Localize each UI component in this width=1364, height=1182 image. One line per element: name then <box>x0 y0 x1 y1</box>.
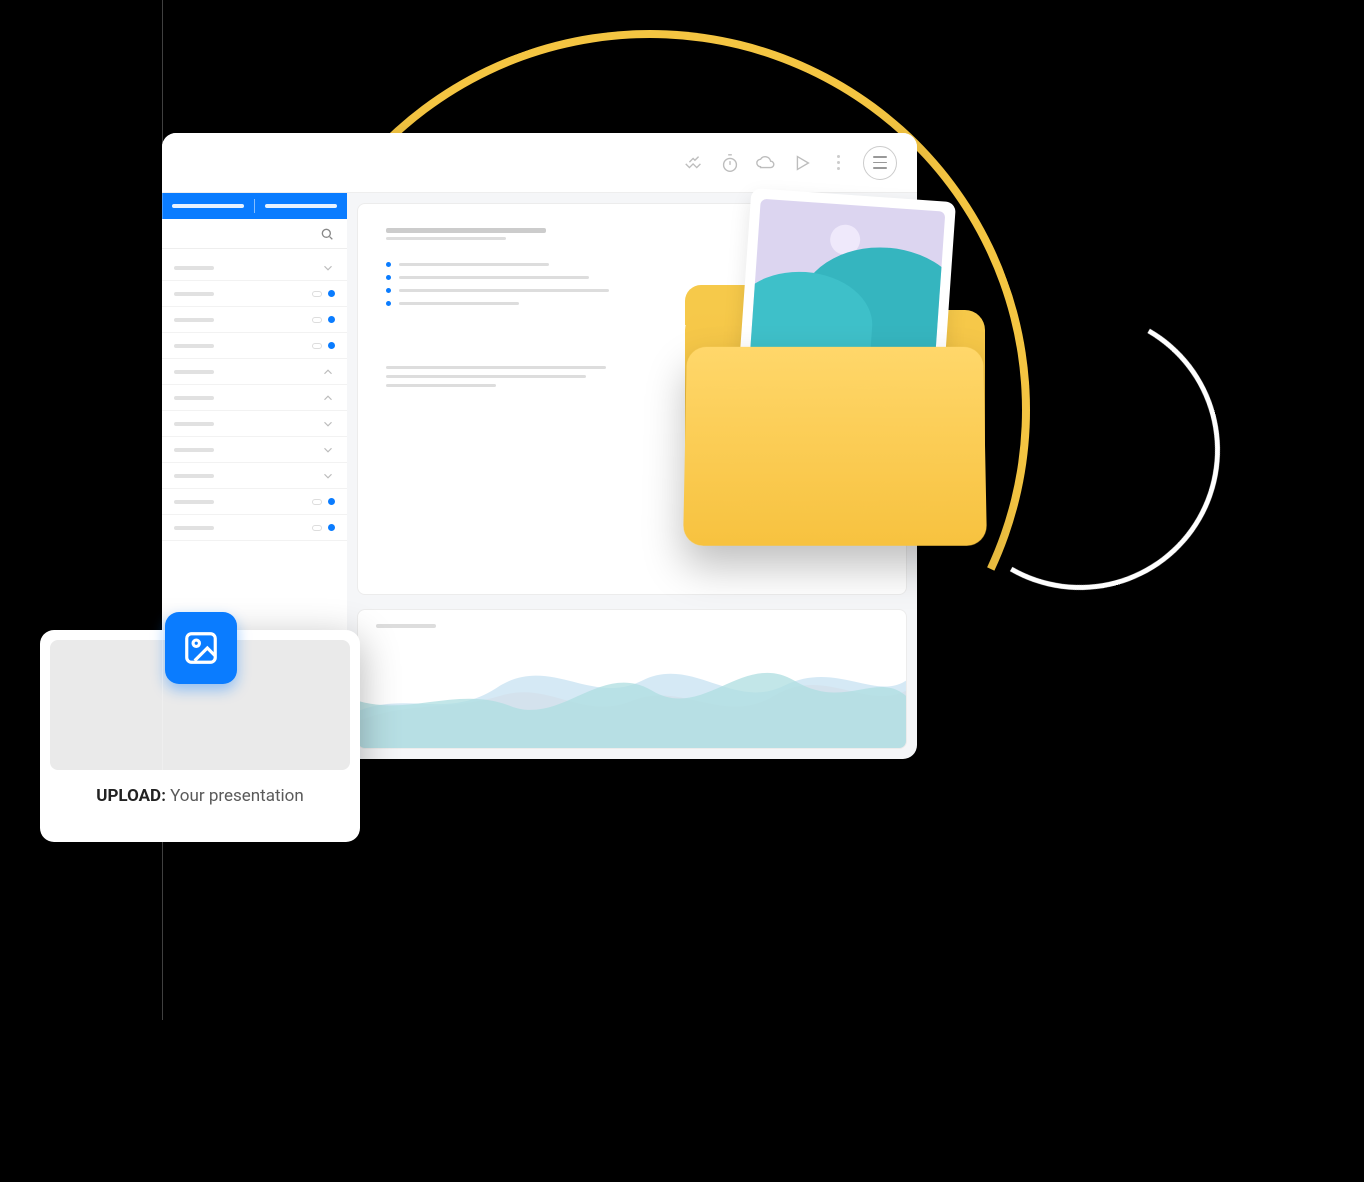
stopwatch-icon[interactable] <box>719 152 741 174</box>
status-dot-icon <box>328 498 335 505</box>
nav-item[interactable] <box>162 489 347 515</box>
doc-subtitle-placeholder <box>386 237 506 240</box>
chevron-down-icon <box>321 261 335 275</box>
chart-card <box>357 609 907 749</box>
visibility-icon <box>312 317 322 323</box>
upload-label: UPLOAD: Your presentation <box>40 786 360 806</box>
chevron-down-icon <box>321 417 335 431</box>
play-icon[interactable] <box>791 152 813 174</box>
status-dot-icon <box>328 342 335 349</box>
image-icon <box>182 629 220 667</box>
visibility-icon <box>312 343 322 349</box>
handshake-icon[interactable] <box>683 152 705 174</box>
nav-group-toggle[interactable] <box>162 411 347 437</box>
nav-group-toggle[interactable] <box>162 255 347 281</box>
chevron-down-icon <box>321 469 335 483</box>
nav-item[interactable] <box>162 333 347 359</box>
more-vertical-icon[interactable] <box>827 152 849 174</box>
upload-image-badge[interactable] <box>165 612 237 684</box>
upload-dropzone[interactable] <box>50 640 350 770</box>
tab-separator <box>254 199 255 213</box>
folder-illustration <box>685 195 995 565</box>
nav-item[interactable] <box>162 281 347 307</box>
chart-title-placeholder <box>376 624 436 628</box>
visibility-icon <box>312 525 322 531</box>
nav-group-toggle[interactable] <box>162 437 347 463</box>
nav-item[interactable] <box>162 307 347 333</box>
nav-group-toggle[interactable] <box>162 359 347 385</box>
search-icon <box>319 226 335 242</box>
image-icon <box>750 199 946 372</box>
area-chart <box>358 640 906 749</box>
sidebar-tab[interactable] <box>172 204 244 208</box>
chevron-up-icon <box>321 391 335 405</box>
chevron-up-icon <box>321 365 335 379</box>
cloud-icon[interactable] <box>755 152 777 174</box>
nav-item[interactable] <box>162 515 347 541</box>
hamburger-menu-button[interactable] <box>863 146 897 180</box>
chevron-down-icon <box>321 443 335 457</box>
visibility-icon <box>312 291 322 297</box>
nav-group-toggle[interactable] <box>162 463 347 489</box>
sidebar-search[interactable] <box>162 219 347 249</box>
doc-title-placeholder <box>386 228 546 233</box>
upload-card[interactable]: UPLOAD: Your presentation <box>40 630 360 842</box>
vertical-guide-line <box>162 0 163 1020</box>
doc-paragraph-line <box>386 375 586 378</box>
status-dot-icon <box>328 290 335 297</box>
doc-paragraph-line <box>386 384 496 387</box>
doc-paragraph-line <box>386 366 606 369</box>
status-dot-icon <box>328 316 335 323</box>
sidebar-nav-list <box>162 249 347 541</box>
nav-group-toggle[interactable] <box>162 385 347 411</box>
app-header <box>162 133 917 193</box>
sidebar-tab-bar <box>162 193 347 219</box>
visibility-icon <box>312 499 322 505</box>
sidebar-tab[interactable] <box>265 204 337 208</box>
status-dot-icon <box>328 524 335 531</box>
